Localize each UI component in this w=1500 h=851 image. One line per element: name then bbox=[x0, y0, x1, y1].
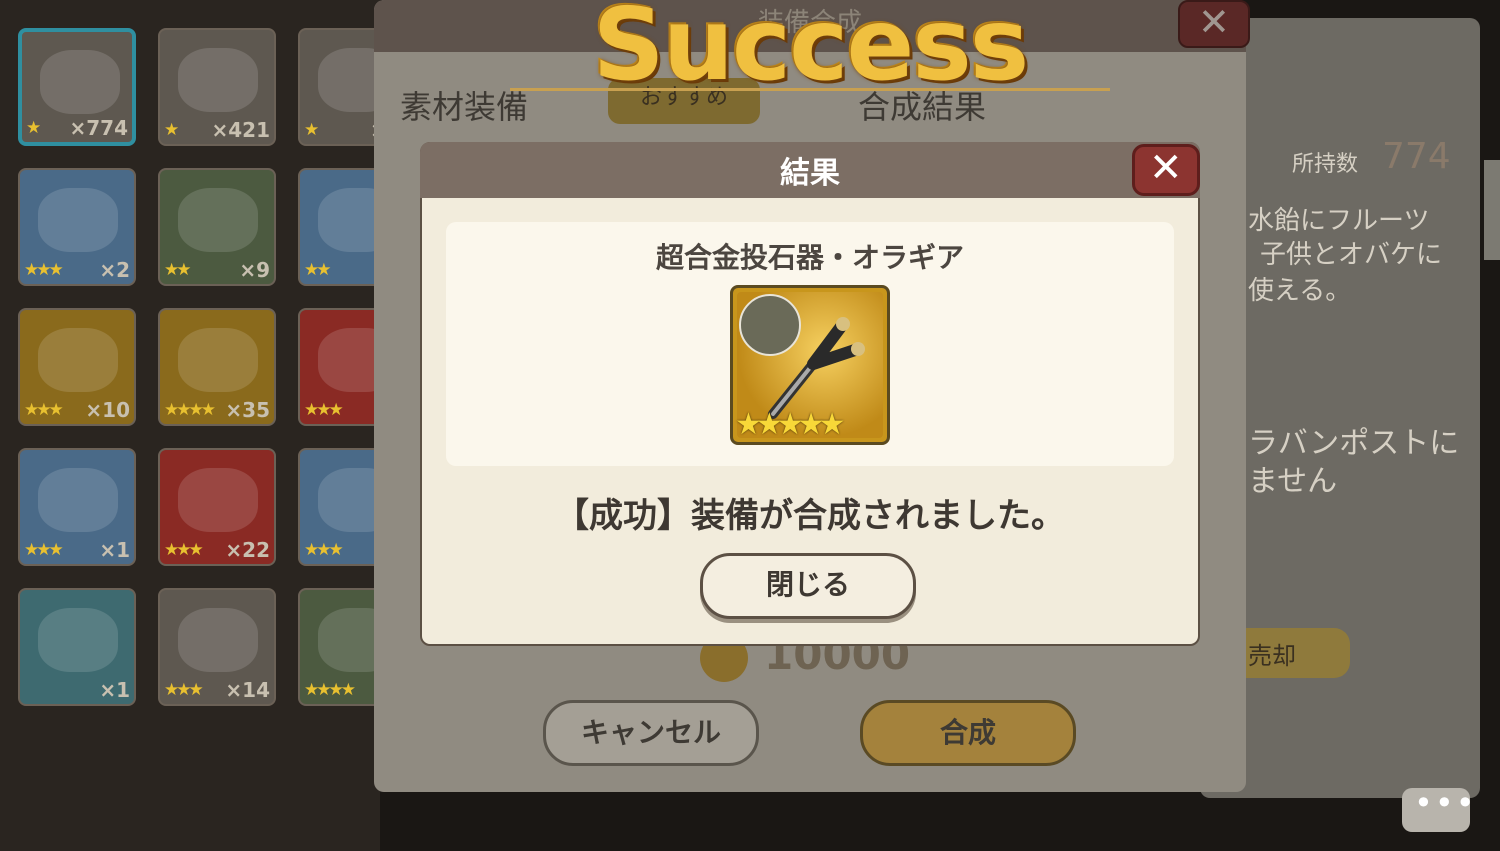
slot-count: ×2 bbox=[99, 258, 130, 282]
close-icon: ✕ bbox=[1149, 145, 1183, 191]
slot-stars: ★★★ bbox=[24, 540, 64, 560]
slot-count: ×1 bbox=[99, 678, 130, 702]
item-thumbnail-icon bbox=[178, 328, 258, 392]
sell-label: 売却 bbox=[1248, 642, 1296, 670]
slot-stars: ★★ bbox=[164, 260, 192, 280]
slot-count: ×22 bbox=[225, 538, 270, 562]
item-thumbnail-icon bbox=[178, 468, 258, 532]
owned-value: 774 bbox=[1382, 136, 1451, 177]
item-rarity-stars: ★★★★★ bbox=[735, 407, 846, 442]
item-desc-line: 水飴にフルーツ bbox=[1248, 206, 1430, 236]
slot-stars: ★★★ bbox=[304, 540, 344, 560]
item-thumbnail-icon bbox=[38, 608, 118, 672]
inventory-slot[interactable]: ★★★ ×10 bbox=[18, 308, 136, 426]
slot-stars: ★★★★ bbox=[164, 400, 216, 420]
slot-stars: ★ bbox=[26, 118, 41, 138]
slot-stars: ★ bbox=[304, 120, 319, 140]
inventory-panel: ★×774★×421★×1(★★★×2★★×9★★★★★×10★★★★×35★★… bbox=[0, 0, 416, 851]
result-close-x-button[interactable]: ✕ bbox=[1132, 144, 1200, 196]
item-name: 超合金投石器・オラギア bbox=[655, 241, 964, 274]
side-tab[interactable] bbox=[1484, 160, 1500, 260]
fuse-button[interactable]: 合成 bbox=[860, 700, 1076, 766]
slot-stars: ★★ bbox=[304, 260, 332, 280]
result-message: 【成功】装備が合成されました。 bbox=[555, 496, 1065, 536]
item-desc-line: ません bbox=[1248, 464, 1338, 499]
material-label: 素材装備 bbox=[400, 88, 529, 126]
slingshot-icon: ★★★★★ bbox=[730, 285, 890, 445]
slot-count: ×774 bbox=[69, 116, 128, 140]
cancel-button[interactable]: キャンセル bbox=[543, 700, 759, 766]
slot-count: ×9 bbox=[239, 258, 270, 282]
slot-stars: ★★★ bbox=[304, 400, 344, 420]
item-thumbnail-icon bbox=[40, 50, 120, 114]
item-thumbnail-icon bbox=[38, 468, 118, 532]
item-thumbnail-icon bbox=[178, 608, 258, 672]
inventory-slot[interactable]: ×1 bbox=[18, 588, 136, 706]
chat-dots: ••• bbox=[1414, 784, 1477, 822]
item-thumbnail-icon bbox=[38, 328, 118, 392]
slot-stars: ★★★ bbox=[24, 400, 64, 420]
item-thumbnail-icon bbox=[38, 188, 118, 252]
slot-count: ×1 bbox=[99, 538, 130, 562]
slot-count: ×10 bbox=[85, 398, 130, 422]
inventory-slot[interactable]: ★★ ×9 bbox=[158, 168, 276, 286]
chat-bubble-icon[interactable]: ••• bbox=[1402, 784, 1475, 832]
slot-stars: ★ bbox=[164, 120, 179, 140]
item-thumbnail-icon bbox=[178, 188, 258, 252]
inventory-slot[interactable]: ★★★ ×1 bbox=[18, 448, 136, 566]
fusion-close-button[interactable]: ✕ bbox=[1178, 0, 1250, 48]
slot-count: ×35 bbox=[225, 398, 270, 422]
slot-stars: ★★★ bbox=[164, 680, 204, 700]
item-desc-line: 使える。 bbox=[1248, 276, 1352, 306]
inventory-slot[interactable]: ★★★ ×22 bbox=[158, 448, 276, 566]
slot-count: ×421 bbox=[211, 118, 270, 142]
close-button[interactable]: 閉じる bbox=[700, 553, 916, 619]
owned-label: 所持数 bbox=[1292, 152, 1359, 177]
success-banner: Success bbox=[592, 0, 1030, 103]
slot-stars: ★★★ bbox=[164, 540, 204, 560]
slot-stars: ★★★★ bbox=[304, 680, 356, 700]
slot-stars: ★★★ bbox=[24, 260, 64, 280]
inventory-slot[interactable]: ★ ×774 bbox=[18, 28, 136, 146]
item-desc-line: 子供とオバケに bbox=[1260, 240, 1443, 270]
item-thumbnail-icon bbox=[178, 48, 258, 112]
result-dialog-title: 結果 bbox=[780, 156, 840, 191]
inventory-slot[interactable]: ★★★ ×2 bbox=[18, 168, 136, 286]
close-icon: ✕ bbox=[1198, 0, 1230, 44]
slot-count: ×14 bbox=[225, 678, 270, 702]
inventory-slot[interactable]: ★★★★ ×35 bbox=[158, 308, 276, 426]
character-avatar bbox=[739, 294, 801, 356]
inventory-slot[interactable]: ★★★ ×14 bbox=[158, 588, 276, 706]
inventory-slot[interactable]: ★ ×421 bbox=[158, 28, 276, 146]
